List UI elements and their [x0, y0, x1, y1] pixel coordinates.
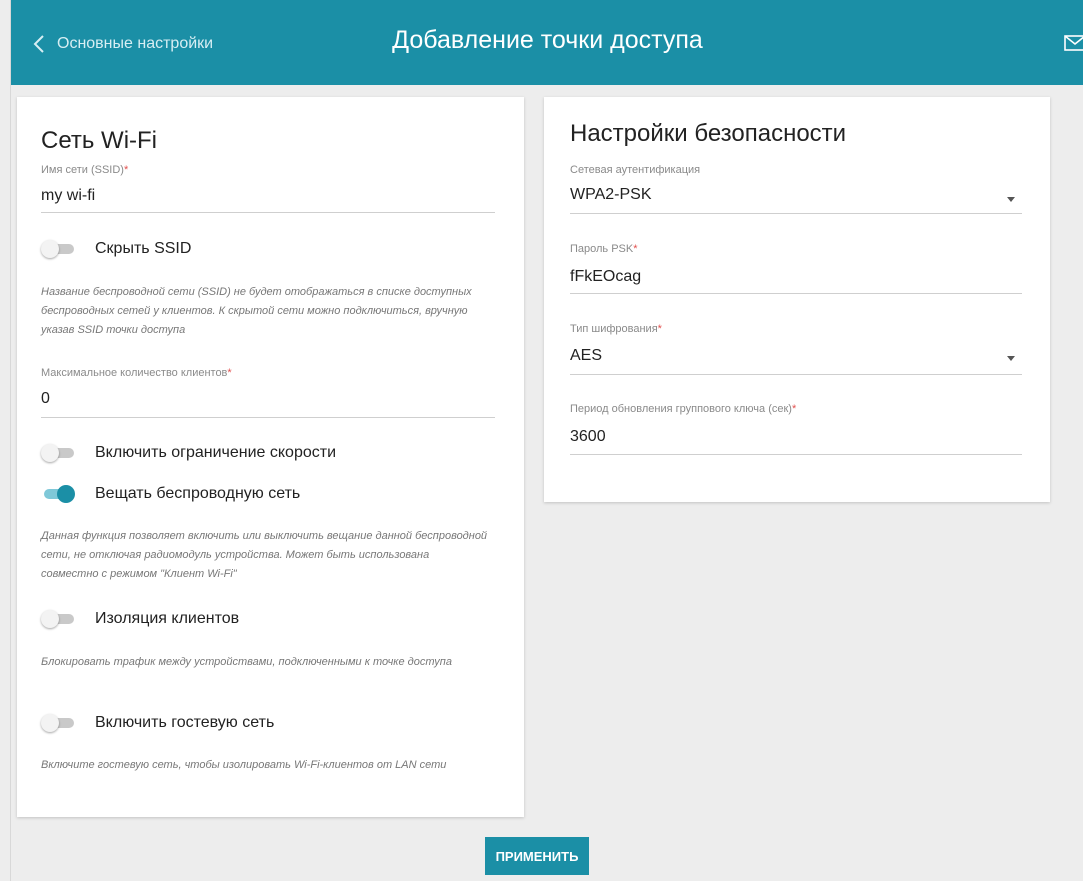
- guest-network-toggle[interactable]: [41, 714, 74, 732]
- psk-underline: [570, 293, 1022, 294]
- client-isolation-hint: Блокировать трафик между устройствами, п…: [41, 656, 452, 668]
- speed-limit-toggle[interactable]: [41, 444, 74, 462]
- ssid-underline: [41, 212, 495, 213]
- mail-icon[interactable]: [1064, 34, 1083, 52]
- broadcast-label: Вещать беспроводную сеть: [95, 485, 301, 502]
- page-title: Добавление точки доступа: [392, 26, 703, 54]
- guest-network-label: Включить гостевую сеть: [95, 714, 275, 731]
- security-card: Настройки безопасности Сетевая аутентифи…: [544, 97, 1050, 502]
- auth-select[interactable]: WPA2-PSK: [570, 186, 652, 204]
- cipher-underline: [570, 374, 1022, 375]
- client-isolation-label: Изоляция клиентов: [95, 610, 240, 627]
- apply-button[interactable]: ПРИМЕНИТЬ: [485, 837, 589, 875]
- psk-label: Пароль PSK*: [570, 243, 638, 255]
- security-heading: Настройки безопасности: [570, 120, 847, 147]
- rekey-underline: [570, 454, 1022, 455]
- max-clients-label: Максимальное количество клиентов*: [41, 367, 232, 379]
- rekey-label: Период обновления группового ключа (сек)…: [570, 403, 797, 415]
- ssid-label: Имя сети (SSID)*: [41, 164, 129, 176]
- caret-down-icon[interactable]: [1007, 197, 1015, 202]
- hide-ssid-label: Скрыть SSID: [95, 240, 192, 257]
- client-isolation-toggle[interactable]: [41, 610, 74, 628]
- wifi-card: Сеть Wi-Fi Имя сети (SSID)* my wi-fi Скр…: [17, 97, 524, 817]
- broadcast-hint: Данная функция позволяет включить или вы…: [41, 530, 488, 580]
- hide-ssid-hint: Название беспроводной сети (SSID) не буд…: [41, 286, 472, 336]
- speed-limit-label: Включить ограничение скорости: [95, 444, 337, 461]
- guest-network-hint: Включите гостевую сеть, чтобы изолироват…: [41, 759, 447, 771]
- max-clients-input[interactable]: 0: [41, 390, 50, 408]
- psk-input[interactable]: fFkEOcag: [570, 268, 641, 286]
- rekey-input[interactable]: 3600: [570, 428, 606, 446]
- cipher-select[interactable]: AES: [570, 347, 602, 365]
- ssid-input[interactable]: my wi-fi: [41, 187, 95, 205]
- auth-underline: [570, 213, 1022, 214]
- page-frame: Основные настройки Добавление точки дост…: [10, 0, 1083, 881]
- hide-ssid-toggle[interactable]: [41, 240, 74, 258]
- caret-down-icon[interactable]: [1007, 356, 1015, 361]
- cipher-label: Тип шифрования*: [570, 323, 662, 335]
- wifi-heading: Сеть Wi-Fi: [41, 127, 158, 154]
- broadcast-toggle[interactable]: [41, 485, 75, 503]
- max-clients-underline: [41, 417, 495, 418]
- top-bar: Основные настройки Добавление точки дост…: [11, 0, 1083, 85]
- auth-label: Сетевая аутентификация: [570, 164, 701, 176]
